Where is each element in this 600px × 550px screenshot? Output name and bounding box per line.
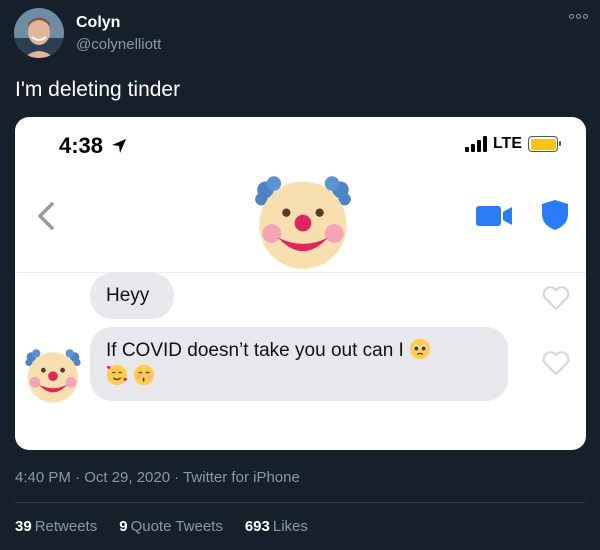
quote-tweets-label: Quote Tweets	[130, 518, 223, 535]
clown-face-icon[interactable]	[23, 345, 83, 405]
quote-tweets-stat[interactable]: 9 Quote Tweets	[119, 518, 223, 535]
message-text: If COVID doesn’t take you out can I	[106, 340, 404, 361]
author-name[interactable]: Colyn	[76, 14, 120, 32]
tweet-timestamp[interactable]: 4:40 PM · Oct 29, 2020	[15, 469, 170, 486]
author-handle[interactable]: @colynelliott	[76, 36, 161, 53]
stats-divider	[15, 502, 585, 503]
attached-image[interactable]: 4:38 LTE Heyy If COVID doesn’t take you …	[15, 117, 586, 450]
location-arrow-icon	[112, 139, 127, 153]
video-call-icon[interactable]	[475, 203, 513, 229]
back-chevron-icon[interactable]	[35, 201, 57, 231]
retweets-stat[interactable]: 39 Retweets	[15, 518, 97, 535]
author-avatar[interactable]	[14, 8, 64, 58]
meta-separator: ·	[174, 469, 180, 486]
likes-stat[interactable]: 693 Likes	[245, 518, 308, 535]
more-options-icon[interactable]	[569, 14, 588, 19]
retweets-label: Retweets	[34, 518, 98, 535]
smiling-face-with-hearts-icon	[106, 364, 128, 386]
heart-outline-icon[interactable]	[542, 285, 570, 311]
status-bar-indicators: LTE	[464, 135, 561, 153]
quote-tweets-count: 9	[119, 518, 128, 535]
retweets-count: 39	[15, 518, 32, 535]
tweet-stats: 39 Retweets 9 Quote Tweets 693 Likes	[15, 518, 308, 535]
likes-count: 693	[244, 518, 270, 535]
pleading-face-icon	[410, 338, 431, 360]
message-bubble[interactable]: Heyy	[90, 273, 174, 319]
clown-face-icon[interactable]	[251, 169, 355, 273]
message-bubble[interactable]: If COVID doesn’t take you out can I	[90, 327, 508, 401]
header-divider	[15, 272, 586, 273]
status-bar-time: 4:38	[59, 133, 127, 159]
tweet-source[interactable]: Twitter for iPhone	[183, 469, 300, 486]
shield-icon[interactable]	[541, 199, 569, 231]
status-time-text: 4:38	[59, 133, 104, 158]
message-text: Heyy	[106, 285, 150, 306]
tweet-text: I'm deleting tinder	[15, 78, 181, 101]
tweet-meta: 4:40 PM · Oct 29, 2020 · Twitter for iPhon…	[15, 469, 300, 486]
likes-label: Likes	[272, 518, 308, 535]
signal-icon	[464, 136, 487, 152]
kissing-face-icon	[134, 364, 155, 386]
heart-outline-icon[interactable]	[542, 350, 570, 376]
network-label: LTE	[492, 135, 522, 152]
battery-icon	[528, 136, 561, 152]
